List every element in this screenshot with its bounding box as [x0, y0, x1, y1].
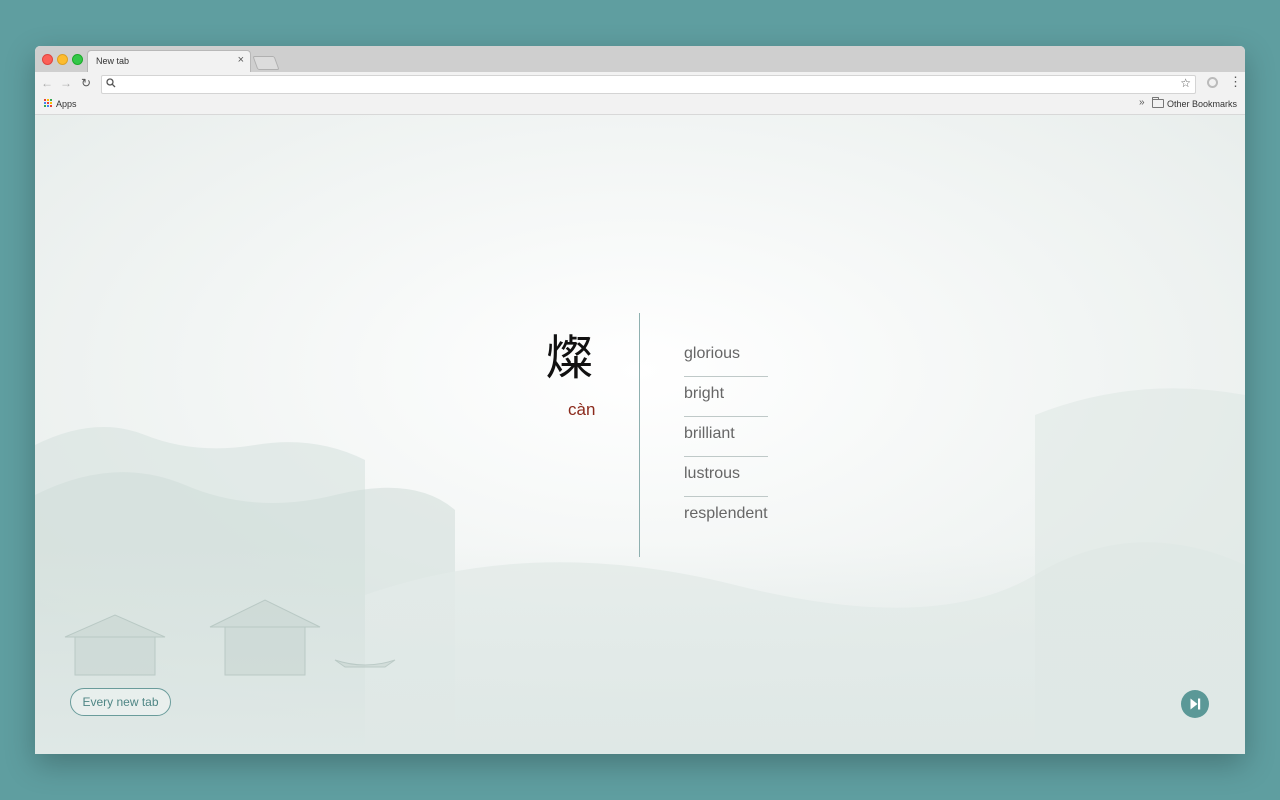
- skip-next-icon: [1190, 698, 1201, 710]
- bookmark-star-icon[interactable]: ☆: [1180, 76, 1191, 90]
- meaning-list: glorious bright brilliant lustrous respl…: [684, 337, 768, 537]
- meaning-item: lustrous: [684, 457, 768, 497]
- next-word-button[interactable]: [1181, 690, 1209, 718]
- new-tab-page: 燦 càn glorious bright brilliant lustrous…: [35, 115, 1245, 754]
- landscape-background: [35, 115, 1245, 754]
- divider: [639, 313, 640, 557]
- apps-bookmark[interactable]: Apps: [56, 99, 77, 109]
- other-bookmarks-folder[interactable]: Other Bookmarks: [1167, 99, 1237, 109]
- every-new-tab-button[interactable]: Every new tab: [70, 688, 171, 716]
- new-tab-button[interactable]: [252, 56, 280, 70]
- search-icon: [106, 78, 116, 88]
- apps-grid-icon[interactable]: [44, 99, 53, 108]
- toolbar: ← → ↻ ☆ ⋮: [35, 72, 1245, 95]
- reload-icon[interactable]: ↻: [81, 76, 91, 90]
- meaning-item: glorious: [684, 337, 768, 377]
- extension-icon[interactable]: [1207, 77, 1218, 88]
- browser-window: New tab × ← → ↻ ☆ ⋮ Apps » Other Bookmar…: [35, 46, 1245, 754]
- address-bar[interactable]: ☆: [101, 75, 1196, 94]
- meaning-item: bright: [684, 377, 768, 417]
- chinese-character: 燦: [545, 330, 594, 386]
- window-maximize-button[interactable]: [72, 54, 83, 65]
- back-icon[interactable]: ←: [41, 76, 53, 90]
- tab-strip: New tab ×: [35, 46, 1245, 73]
- tab-new-tab[interactable]: New tab ×: [87, 50, 251, 73]
- meaning-item: resplendent: [684, 505, 768, 522]
- bookmarks-bar: Apps » Other Bookmarks: [35, 95, 1245, 115]
- window-close-button[interactable]: [42, 54, 53, 65]
- folder-icon: [1152, 97, 1164, 108]
- menu-icon[interactable]: ⋮: [1229, 74, 1242, 90]
- tab-close-icon[interactable]: ×: [238, 54, 244, 66]
- meaning-item: brilliant: [684, 417, 768, 457]
- bookmarks-overflow-icon[interactable]: »: [1139, 97, 1145, 108]
- forward-icon[interactable]: →: [60, 76, 72, 90]
- pinyin: càn: [568, 400, 596, 419]
- window-minimize-button[interactable]: [57, 54, 68, 65]
- tab-title: New tab: [96, 56, 130, 66]
